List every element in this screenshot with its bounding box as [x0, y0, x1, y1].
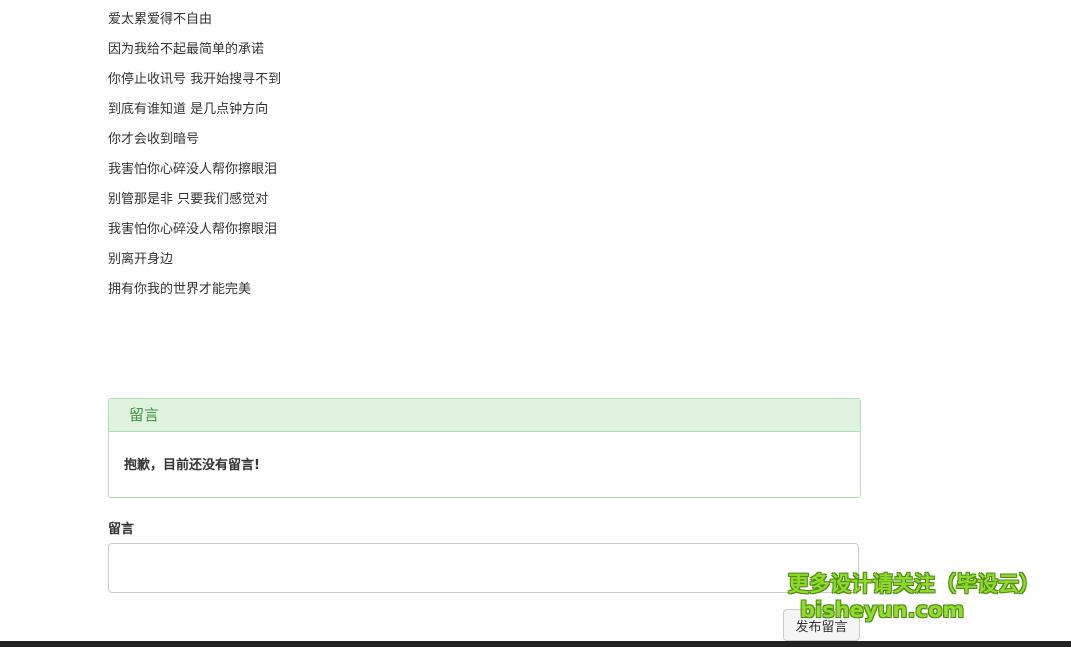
lyric-line: 别离开身边: [108, 252, 174, 267]
lyric-line: 爱太累爱得不自由: [108, 12, 213, 27]
comment-textarea[interactable]: [108, 543, 859, 593]
comments-panel-title: 留言: [109, 399, 860, 432]
comment-field-label: 留言: [108, 522, 135, 537]
lyrics-list: 爱太累爱得不自由 因为我给不起最简单的承诺 你停止收讯号 我开始搜寻不到 到底有…: [108, 10, 281, 310]
lyric-line: 我害怕你心碎没人帮你擦眼泪: [108, 222, 278, 237]
no-comments-message: 抱歉，目前还没有留言!: [124, 458, 260, 473]
publish-comment-button[interactable]: 发布留言: [783, 609, 860, 641]
lyric-line: 我害怕你心碎没人帮你擦眼泪: [108, 162, 278, 177]
lyric-line: 拥有你我的世界才能完美: [108, 282, 252, 297]
lyric-line: 到底有谁知道 是几点钟方向: [108, 102, 269, 117]
lyric-line: 别管那是非 只要我们感觉对: [108, 192, 269, 207]
footer-bar: [0, 641, 1071, 647]
comments-panel: 留言 抱歉，目前还没有留言!: [108, 398, 861, 498]
lyric-line: 你停止收讯号 我开始搜寻不到: [108, 72, 282, 87]
lyric-line: 你才会收到暗号: [108, 132, 200, 147]
lyric-line: 因为我给不起最简单的承诺: [108, 42, 265, 57]
